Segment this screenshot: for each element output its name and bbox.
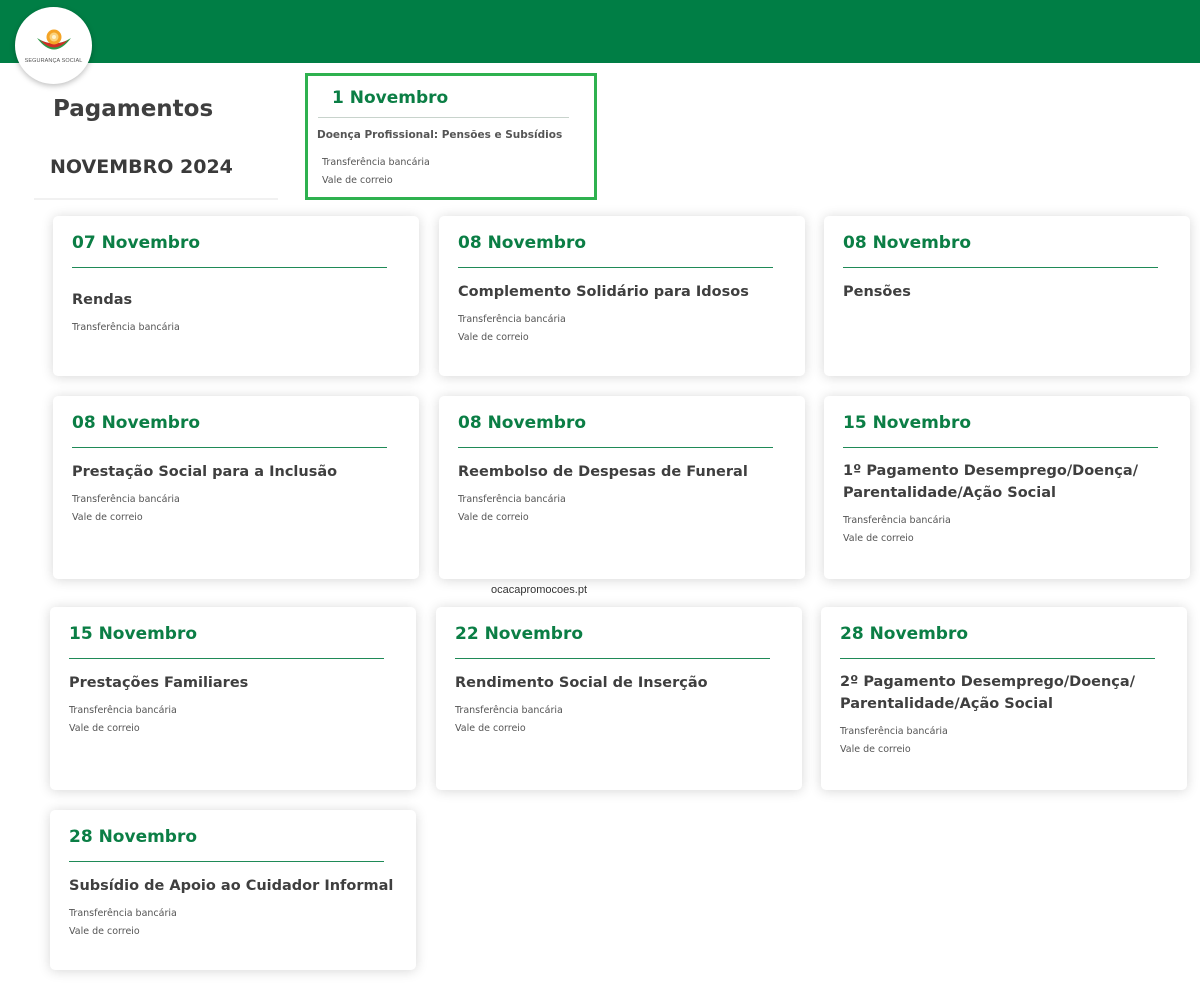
payment-title: Reembolso de Despesas de Funeral (458, 461, 748, 483)
payment-method: Vale de correio (69, 926, 140, 937)
payment-title: Prestações Familiares (69, 672, 248, 694)
payment-card[interactable]: 08 Novembro Pensões (824, 216, 1190, 376)
payment-title: Rendimento Social de Inserção (455, 672, 708, 694)
payment-methods: Transferência bancária Vale de correio (843, 512, 951, 548)
featured-payment-card[interactable]: 1 Novembro Doença Profissional: Pensões … (305, 73, 597, 200)
payment-card[interactable]: 07 Novembro Rendas Transferência bancária (53, 216, 419, 376)
payment-methods: Transferência bancária Vale de correio (322, 154, 430, 190)
payment-card[interactable]: 08 Novembro Prestação Social para a Inclu… (53, 396, 419, 579)
payment-date: 08 Novembro (458, 413, 587, 433)
logo-caption: SEGURANÇA SOCIAL (24, 58, 83, 64)
month-header: NOVEMBRO 2024 (34, 148, 278, 200)
divider (69, 861, 384, 862)
payment-method: Vale de correio (72, 512, 143, 523)
payment-title: 2º Pagamento Desemprego/Doença/Parentali… (840, 671, 1135, 715)
payment-methods: Transferência bancária Vale de correio (458, 491, 566, 527)
payment-method: Transferência bancária (458, 494, 566, 505)
payment-methods: Transferência bancária Vale de correio (458, 311, 566, 347)
payment-title-line: Parentalidade/Ação Social (843, 485, 1056, 501)
top-bar (0, 0, 1200, 63)
payment-title-line: Pensões (843, 284, 911, 300)
payment-title-line: Complemento Solidário para Idosos (458, 284, 749, 300)
payment-methods: Transferência bancária Vale de correio (72, 491, 180, 527)
month-title: NOVEMBRO 2024 (50, 156, 233, 178)
payment-date: 28 Novembro (840, 624, 969, 644)
payment-method: Vale de correio (455, 723, 526, 734)
payment-title-line: Parentalidade/Ação Social (840, 696, 1053, 712)
payment-method: Transferência bancária (843, 515, 951, 526)
payment-method: Transferência bancária (69, 705, 177, 716)
payment-date: 1 Novembro (332, 88, 449, 108)
payment-method: Vale de correio (69, 723, 140, 734)
payment-date: 15 Novembro (69, 624, 198, 644)
seguranca-social-logo[interactable]: SEGURANÇA SOCIAL (15, 7, 92, 84)
payment-card[interactable]: 28 Novembro 2º Pagamento Desemprego/Doenç… (821, 607, 1187, 790)
payment-title: Subsídio de Apoio ao Cuidador Informal (69, 875, 393, 897)
payment-methods: Transferência bancária Vale de correio (455, 702, 563, 738)
payment-card[interactable]: 15 Novembro 1º Pagamento Desemprego/Doenç… (824, 396, 1190, 579)
payment-card[interactable]: 08 Novembro Complemento Solidário para Id… (439, 216, 805, 376)
payment-card[interactable]: 22 Novembro Rendimento Social de Inserção… (436, 607, 802, 790)
payment-title-line: 2º Pagamento Desemprego/Doença/ (840, 674, 1135, 690)
divider (72, 447, 387, 448)
payment-date: 07 Novembro (72, 233, 201, 253)
payment-title-line: Reembolso de Despesas de Funeral (458, 464, 748, 480)
payment-date: 08 Novembro (458, 233, 587, 253)
payment-title-line: Rendas (72, 292, 133, 308)
payment-title: Complemento Solidário para Idosos (458, 281, 749, 303)
payment-title-line: Prestação Social para a Inclusão (72, 464, 338, 480)
payment-card[interactable]: 15 Novembro Prestações Familiares Transfer… (50, 607, 416, 790)
payment-date: 08 Novembro (72, 413, 201, 433)
divider (843, 267, 1158, 268)
payment-title: 1º Pagamento Desemprego/Doença/Parentali… (843, 460, 1138, 504)
divider (843, 447, 1158, 448)
payment-methods: Transferência bancária Vale de correio (69, 905, 177, 941)
payment-method: Vale de correio (840, 744, 911, 755)
payment-methods: Transferência bancária Vale de correio (69, 702, 177, 738)
payment-method: Transferência bancária (72, 322, 180, 333)
payment-method: Transferência bancária (69, 908, 177, 919)
payment-method: Vale de correio (458, 332, 529, 343)
payment-title-line: Prestações Familiares (69, 675, 249, 691)
payment-date: 22 Novembro (455, 624, 584, 644)
payment-method: Transferência bancária (840, 726, 948, 737)
payment-title: Prestação Social para a Inclusão (72, 461, 337, 483)
payment-date: 08 Novembro (843, 233, 972, 253)
payment-card[interactable]: 28 Novembro Subsídio de Apoio ao Cuidador… (50, 810, 416, 970)
divider (318, 117, 569, 118)
divider (458, 447, 773, 448)
logo-icon (36, 29, 71, 50)
payment-method: Vale de correio (458, 512, 529, 523)
divider (455, 658, 770, 659)
page-title: Pagamentos (53, 96, 214, 122)
payment-methods: Transferência bancária (72, 319, 180, 337)
payment-title: Rendas (72, 289, 132, 311)
payment-method: Vale de correio (322, 175, 393, 186)
payment-method: Transferência bancária (322, 157, 430, 168)
payment-title-line: Rendimento Social de Inserção (455, 675, 708, 691)
payment-method: Transferência bancária (458, 314, 566, 325)
watermark: ocacapromocoes.pt (491, 584, 587, 596)
divider (458, 267, 773, 268)
payment-date: 15 Novembro (843, 413, 972, 433)
payment-title: Pensões (843, 281, 911, 303)
divider (840, 658, 1155, 659)
divider (72, 267, 387, 268)
payment-method: Transferência bancária (455, 705, 563, 716)
payment-title: Doença Profissional: Pensões e Subsídios (317, 129, 563, 141)
payment-title-line: 1º Pagamento Desemprego/Doença/ (843, 463, 1138, 479)
payment-title-line: Subsídio de Apoio ao Cuidador Informal (69, 878, 394, 894)
payment-card[interactable]: 08 Novembro Reembolso de Despesas de Fune… (439, 396, 805, 579)
payment-methods: Transferência bancária Vale de correio (840, 723, 948, 759)
payment-date: 28 Novembro (69, 827, 198, 847)
divider (69, 658, 384, 659)
payment-method: Transferência bancária (72, 494, 180, 505)
payment-method: Vale de correio (843, 533, 914, 544)
